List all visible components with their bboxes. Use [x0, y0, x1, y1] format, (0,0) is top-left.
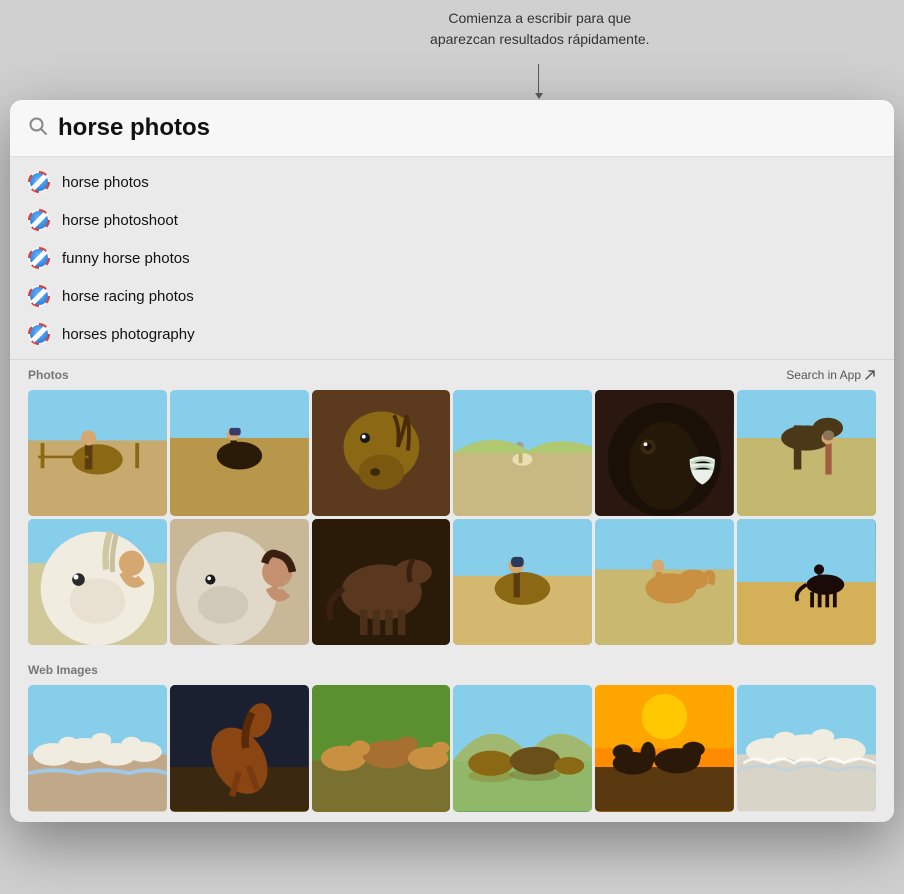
web-images-title: Web Images [28, 663, 98, 677]
spotlight-window: horse photos horse photos horse photosho… [10, 100, 894, 822]
photo-thumb[interactable] [28, 519, 167, 645]
photos-section-header: Photos Search in App [10, 360, 894, 386]
photo-thumb[interactable] [312, 390, 451, 516]
safari-icon [28, 209, 50, 231]
suggestion-label: funny horse photos [62, 250, 190, 267]
suggestion-label: horse racing photos [62, 288, 194, 305]
web-images-section-header: Web Images [10, 655, 894, 681]
search-icon [28, 116, 48, 141]
web-image-thumb[interactable] [28, 685, 167, 811]
photo-thumb[interactable] [595, 519, 734, 645]
photo-thumb[interactable] [28, 390, 167, 516]
web-image-thumb[interactable] [453, 685, 592, 811]
web-image-thumb[interactable] [312, 685, 451, 811]
search-bar: horse photos [10, 100, 894, 157]
tooltip-line1: Comienza a escribir para que [430, 8, 649, 29]
suggestion-label: horse photoshoot [62, 212, 178, 229]
web-image-thumb[interactable] [737, 685, 876, 811]
photo-thumb[interactable] [453, 519, 592, 645]
suggestion-item[interactable]: horses photography [10, 315, 894, 353]
suggestions-list: horse photos horse photoshoot funny hors… [10, 157, 894, 360]
web-image-thumb[interactable] [595, 685, 734, 811]
tooltip-line2: aparezcan resultados rápidamente. [430, 29, 649, 50]
tooltip: Comienza a escribir para que aparezcan r… [430, 8, 649, 50]
photo-thumb[interactable] [737, 519, 876, 645]
suggestion-label: horse photos [62, 174, 149, 191]
suggestion-item[interactable]: horse photoshoot [10, 201, 894, 239]
web-image-thumb[interactable] [170, 685, 309, 811]
tooltip-arrow [538, 64, 539, 94]
search-in-app-button[interactable]: Search in App [786, 368, 876, 382]
photo-thumb[interactable] [170, 390, 309, 516]
photo-thumb[interactable] [170, 519, 309, 645]
photo-thumb[interactable] [453, 390, 592, 516]
photo-thumb[interactable] [737, 390, 876, 516]
safari-icon [28, 285, 50, 307]
safari-icon [28, 323, 50, 345]
safari-icon [28, 247, 50, 269]
search-input[interactable]: horse photos [58, 114, 876, 142]
photo-thumb[interactable] [312, 519, 451, 645]
photo-thumb[interactable] [595, 390, 734, 516]
suggestion-label: horses photography [62, 326, 195, 343]
web-images-grid [10, 681, 894, 821]
suggestion-item[interactable]: horse photos [10, 163, 894, 201]
suggestion-item[interactable]: horse racing photos [10, 277, 894, 315]
safari-icon [28, 171, 50, 193]
photos-grid [10, 386, 894, 655]
external-link-icon [864, 369, 876, 381]
photos-section-title: Photos [28, 368, 69, 382]
suggestion-item[interactable]: funny horse photos [10, 239, 894, 277]
